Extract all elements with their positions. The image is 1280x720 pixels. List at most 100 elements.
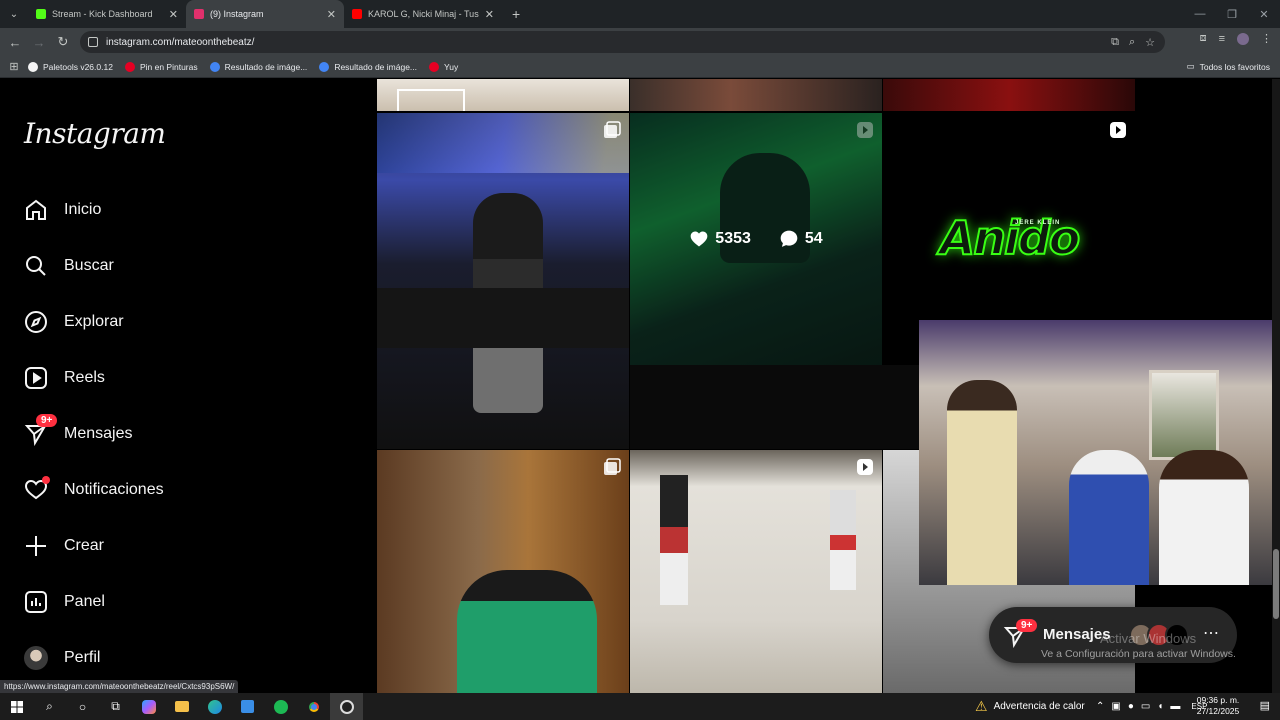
minimize-icon[interactable]: — [1184, 0, 1216, 28]
bookmark-star-icon[interactable]: ☆ [1145, 36, 1155, 49]
back-icon[interactable]: ← [3, 30, 27, 54]
all-bookmarks-label: Todos los favoritos [1199, 61, 1270, 72]
network-icon[interactable]: ▭ [1141, 701, 1150, 712]
store-icon[interactable] [231, 693, 264, 720]
comments-count: 54 [804, 230, 823, 247]
person-shape [660, 475, 688, 605]
tab-youtube[interactable]: KAROL G, Nicki Minaj - Tusa (O ✕ [344, 0, 502, 28]
post-thumbnail[interactable] [377, 450, 629, 693]
cast-icon[interactable]: ⧉ [1111, 36, 1119, 49]
tab-instagram[interactable]: (9) Instagram ✕ [186, 0, 344, 28]
carousel-icon [604, 458, 621, 475]
nav-label: Inicio [64, 201, 102, 218]
nav-label: Notificaciones [64, 481, 164, 498]
plus-icon [24, 534, 48, 558]
stream-camera-overlay [919, 320, 1280, 585]
windows-start-icon[interactable] [0, 693, 33, 720]
compass-icon [24, 310, 48, 334]
volume-icon[interactable]: ◖ [1157, 701, 1163, 712]
person-shape [457, 570, 597, 693]
nav-notificaciones[interactable]: Notificaciones [24, 472, 164, 508]
site-info-icon[interactable] [88, 37, 98, 47]
post-thumbnail[interactable] [883, 79, 1135, 111]
close-window-icon[interactable]: ✕ [1248, 0, 1280, 28]
bookmark-item[interactable]: Paletools v26.0.12 [28, 61, 113, 72]
obs-icon[interactable] [330, 693, 363, 720]
instagram-favicon-icon [194, 9, 204, 19]
window-frame-shape [397, 89, 465, 111]
post-thumbnail[interactable] [630, 450, 882, 693]
restore-icon[interactable]: ❐ [1216, 0, 1248, 28]
avatar [24, 646, 48, 670]
all-bookmarks-folder[interactable]: ▭ Todos los favoritos [1187, 61, 1270, 72]
profile-avatar[interactable] [1237, 32, 1249, 45]
post-thumbnail[interactable] [630, 79, 882, 111]
nav-perfil[interactable]: Perfil [24, 640, 100, 676]
comments-stat: 54 [779, 229, 823, 249]
reload-icon[interactable]: ↻ [51, 30, 75, 54]
nav-inicio[interactable]: Inicio [24, 192, 101, 228]
post-thumbnail[interactable] [377, 79, 629, 111]
notification-center-icon[interactable]: ▤ [1260, 699, 1270, 712]
taskbar-clock[interactable]: 09:36 p. m. 27/12/2025 [1196, 695, 1240, 717]
bookmark-item[interactable]: Resultado de imáge... [209, 61, 307, 72]
chrome-icon[interactable] [297, 693, 330, 720]
instagram-logo[interactable]: Instagram [24, 117, 166, 150]
zoom-icon[interactable]: ⌕ [1129, 36, 1135, 49]
post-thumbnail-hovered[interactable]: 5353 54 [630, 113, 882, 365]
neon-title: Anido [939, 210, 1082, 266]
notification-dot [42, 476, 50, 484]
tab-search-button[interactable]: ⌄ [0, 0, 28, 28]
bookmark-item[interactable]: Yuy [429, 61, 458, 72]
file-explorer-icon[interactable] [165, 693, 198, 720]
address-bar[interactable]: instagram.com/mateoonthebeatz/ ⧉ ⌕ ☆ [80, 31, 1165, 53]
nav-label: Panel [64, 593, 105, 610]
nav-label: Reels [64, 369, 105, 386]
nav-crear[interactable]: Crear [24, 528, 104, 564]
menu-kebab-icon[interactable]: ⋮ [1261, 32, 1272, 45]
edge-icon[interactable] [198, 693, 231, 720]
clock-date: 27/12/2025 [1196, 706, 1240, 716]
more-icon[interactable]: ⋯ [1203, 623, 1219, 643]
reel-icon [1110, 122, 1126, 138]
close-icon[interactable]: ✕ [485, 8, 494, 21]
media-icon[interactable]: ≡ [1219, 33, 1225, 45]
spotify-icon[interactable] [264, 693, 297, 720]
status-url-bubble: https://www.instagram.com/mateoonthebeat… [0, 680, 239, 694]
tray-app-icon[interactable]: ▣ [1111, 701, 1120, 712]
person-shape [947, 380, 1017, 585]
url-text: instagram.com/mateoonthebeatz/ [106, 36, 255, 48]
bookmark-item[interactable]: Pin en Pinturas [124, 61, 198, 72]
mic-icon[interactable]: ● [1128, 701, 1134, 712]
browser-tab-strip: ⌄ Stream - Kick Dashboard ✕ (9) Instagra… [0, 0, 1280, 28]
page-scrollbar[interactable] [1272, 79, 1280, 693]
clock-time: 09:36 p. m. [1196, 695, 1240, 705]
task-view-icon[interactable]: ⧉ [99, 693, 132, 720]
post-thumbnail[interactable] [377, 113, 629, 449]
scrollbar-thumb[interactable] [1273, 549, 1279, 619]
battery-icon[interactable]: ▬ [1170, 701, 1180, 712]
google-icon [209, 61, 220, 72]
cortana-icon[interactable]: ○ [66, 693, 99, 720]
weather-widget[interactable]: ⚠ Advertencia de calor [975, 693, 1085, 720]
search-icon[interactable]: ⌕ [33, 693, 66, 720]
nav-reels[interactable]: Reels [24, 360, 105, 396]
apps-grid-icon[interactable]: ⊞ [0, 60, 28, 73]
new-tab-button[interactable]: + [502, 0, 530, 28]
close-icon[interactable]: ✕ [169, 8, 178, 21]
neon-subtitle: JERE KLEIN [1015, 220, 1061, 226]
extensions-icon[interactable]: ⧈ [1200, 32, 1207, 45]
close-icon[interactable]: ✕ [327, 8, 336, 21]
activate-windows-title: Activar Windows [1100, 631, 1197, 646]
chevron-up-icon[interactable]: ⌃ [1096, 701, 1104, 712]
nav-explorar[interactable]: Explorar [24, 304, 124, 340]
copilot-icon[interactable] [132, 693, 165, 720]
nav-panel[interactable]: Panel [24, 584, 105, 620]
bookmark-item[interactable]: Resultado de imáge... [319, 61, 417, 72]
youtube-favicon-icon [352, 9, 362, 19]
person-shape [830, 490, 856, 590]
nav-mensajes[interactable]: 9+ Mensajes [24, 414, 132, 452]
forward-icon[interactable]: → [27, 30, 51, 54]
nav-buscar[interactable]: Buscar [24, 248, 114, 284]
tab-kick-dashboard[interactable]: Stream - Kick Dashboard ✕ [28, 0, 186, 28]
